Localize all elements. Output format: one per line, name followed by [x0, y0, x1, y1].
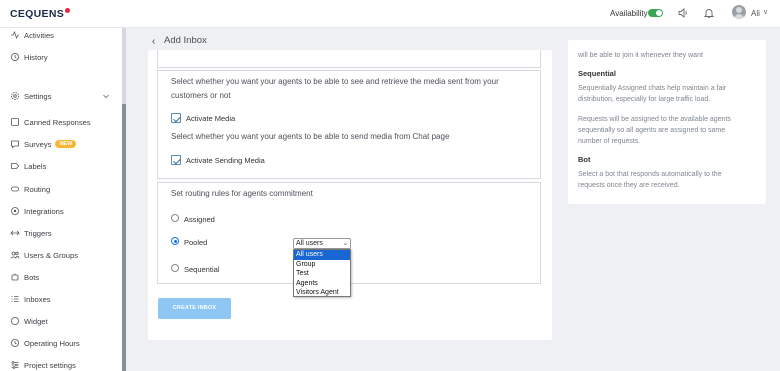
bell-icon[interactable] [703, 7, 715, 19]
bot-icon [10, 272, 20, 282]
availability-label: Availability [610, 9, 648, 18]
sidebar-item-project-settings[interactable]: Project settings [10, 359, 76, 371]
surveys-icon [10, 139, 20, 149]
availability-toggle[interactable] [648, 9, 663, 17]
user-name[interactable]: Ali [751, 9, 760, 18]
sidebar-item-triggers[interactable]: Triggers [10, 227, 52, 239]
new-badge: NEW [55, 140, 77, 148]
sidebar-item-canned-responses[interactable]: Canned Responses [10, 116, 91, 128]
label-icon [10, 161, 20, 171]
clock-icon [10, 338, 20, 348]
sidebar-item-label: Integrations [24, 206, 64, 216]
pool-users-dropdown: All users Group Test Agents Visitors Age… [293, 249, 351, 297]
routing-icon [10, 184, 20, 194]
sidebar-item-label: Routing [24, 184, 51, 194]
activate-sending-media-label[interactable]: Activate Sending Media [186, 156, 265, 165]
routing-assigned-radio[interactable] [171, 214, 179, 222]
sidebar-item-routing[interactable]: Routing [10, 183, 50, 195]
sidebar-item-inboxes[interactable]: Inboxes [10, 293, 51, 305]
chevron-down-icon: ⌄ [342, 241, 348, 247]
logo-dot [65, 8, 71, 13]
sidebar-item-labels[interactable]: Labels [10, 160, 46, 172]
brand-name: CEQUENS [10, 8, 65, 20]
dropdown-option[interactable]: All users [294, 250, 350, 260]
routing-sequential-label[interactable]: Sequential [184, 265, 219, 274]
sidebar-item-label: Surveys [24, 139, 52, 149]
sidebar-item-label: Settings [24, 91, 52, 101]
chevron-down-icon[interactable]: ∨ [763, 8, 768, 16]
activate-sending-media-checkbox[interactable] [171, 155, 181, 165]
sidebar-item-label: Activities [24, 30, 54, 40]
dropdown-option[interactable]: Test [294, 269, 350, 279]
page-title: Add Inbox [164, 35, 207, 46]
help-sequential-text: number of requests. [578, 138, 641, 145]
sidebar-item-widget[interactable]: Widget [10, 315, 48, 327]
sidebar-item-label: Operating Hours [24, 338, 80, 348]
sidebar-item-operating-hours[interactable]: Operating Hours [10, 337, 80, 349]
sidebar-item-label: History [24, 52, 48, 62]
logo[interactable]: CEQUENS [10, 8, 71, 20]
project-settings-icon [10, 360, 20, 370]
routing-sequential-radio[interactable] [171, 264, 179, 272]
speaker-icon[interactable] [677, 7, 689, 19]
sidebar-item-label: Triggers [24, 228, 52, 238]
integrations-icon [10, 206, 20, 216]
back-arrow-icon[interactable]: ‹ [152, 36, 155, 47]
pool-users-select-value: All users [296, 240, 323, 247]
help-sequential-text: Sequentially Assigned chats help maintai… [578, 85, 727, 92]
sidebar-item-surveys[interactable]: Surveys NEW [10, 138, 77, 150]
avatar[interactable] [732, 5, 746, 19]
create-inbox-button[interactable]: CREATE INBOX [158, 298, 231, 319]
help-sequential-text: sequentially so all agents are assigned … [578, 127, 726, 134]
sidebar-item-label: Labels [24, 161, 47, 171]
sidebar-item-label: Users & Groups [24, 250, 79, 260]
pool-users-select[interactable]: All users ⌄ [293, 238, 351, 249]
media-send-description: Select whether you want your agents to b… [171, 132, 450, 141]
sidebar-item-bots[interactable]: Bots [10, 271, 39, 283]
routing-description: Set routing rules for agents commitment [171, 189, 313, 198]
sidebar-item-settings[interactable]: Settings [10, 90, 51, 102]
sidebar-item-history[interactable]: History [10, 51, 48, 63]
widget-icon [10, 316, 20, 326]
help-sequential-text: Requests will be assigned to the availab… [578, 116, 731, 123]
help-sequential-text: distribution, especially for large traff… [578, 96, 711, 103]
help-pooled-tail: will be able to join it whenever they wa… [578, 52, 703, 59]
routing-pooled-radio[interactable] [171, 237, 179, 245]
sidebar-item-integrations[interactable]: Integrations [10, 205, 64, 217]
activate-media-checkbox[interactable] [171, 113, 181, 123]
top-bar: CEQUENS Availability Ali ∨ [0, 0, 780, 28]
media-retrieve-description-cont: customers or not [171, 91, 231, 100]
sidebar-item-label: Widget [24, 316, 48, 326]
help-sequential-title: Sequential [578, 69, 616, 78]
triggers-icon [10, 228, 20, 238]
sidebar-item-label: Canned Responses [24, 117, 91, 127]
dropdown-option[interactable]: Agents [294, 279, 350, 289]
canned-responses-icon [10, 117, 20, 127]
users-icon [10, 250, 20, 260]
help-bot-text: requests once they are received. [578, 182, 680, 189]
sidebar-item-activities[interactable]: Activities [10, 29, 54, 41]
sidebar-item-label: Inboxes [24, 294, 51, 304]
dropdown-option[interactable]: Visitors Agent [294, 288, 350, 298]
sidebar-item-users-groups[interactable]: Users & Groups [10, 249, 78, 261]
sidebar-item-label: Bots [24, 272, 40, 282]
sidebar-item-label: Project settings [24, 360, 76, 370]
activity-icon [10, 30, 20, 40]
routing-assigned-label[interactable]: Assigned [184, 215, 215, 224]
help-bot-title: Bot [578, 155, 591, 164]
inbox-icon [10, 294, 20, 304]
form-section-previous [157, 50, 541, 68]
help-bot-text: Select a bot that responds automatically… [578, 171, 722, 178]
dropdown-option[interactable]: Group [294, 260, 350, 270]
gear-icon [10, 91, 20, 101]
history-icon [10, 52, 20, 62]
activate-media-label[interactable]: Activate Media [186, 114, 235, 123]
media-retrieve-description: Select whether you want your agents to b… [171, 77, 499, 86]
routing-pooled-label[interactable]: Pooled [184, 238, 207, 247]
chevron-down-icon[interactable] [102, 92, 110, 100]
sidebar-scrollbar-thumb[interactable] [122, 104, 126, 371]
